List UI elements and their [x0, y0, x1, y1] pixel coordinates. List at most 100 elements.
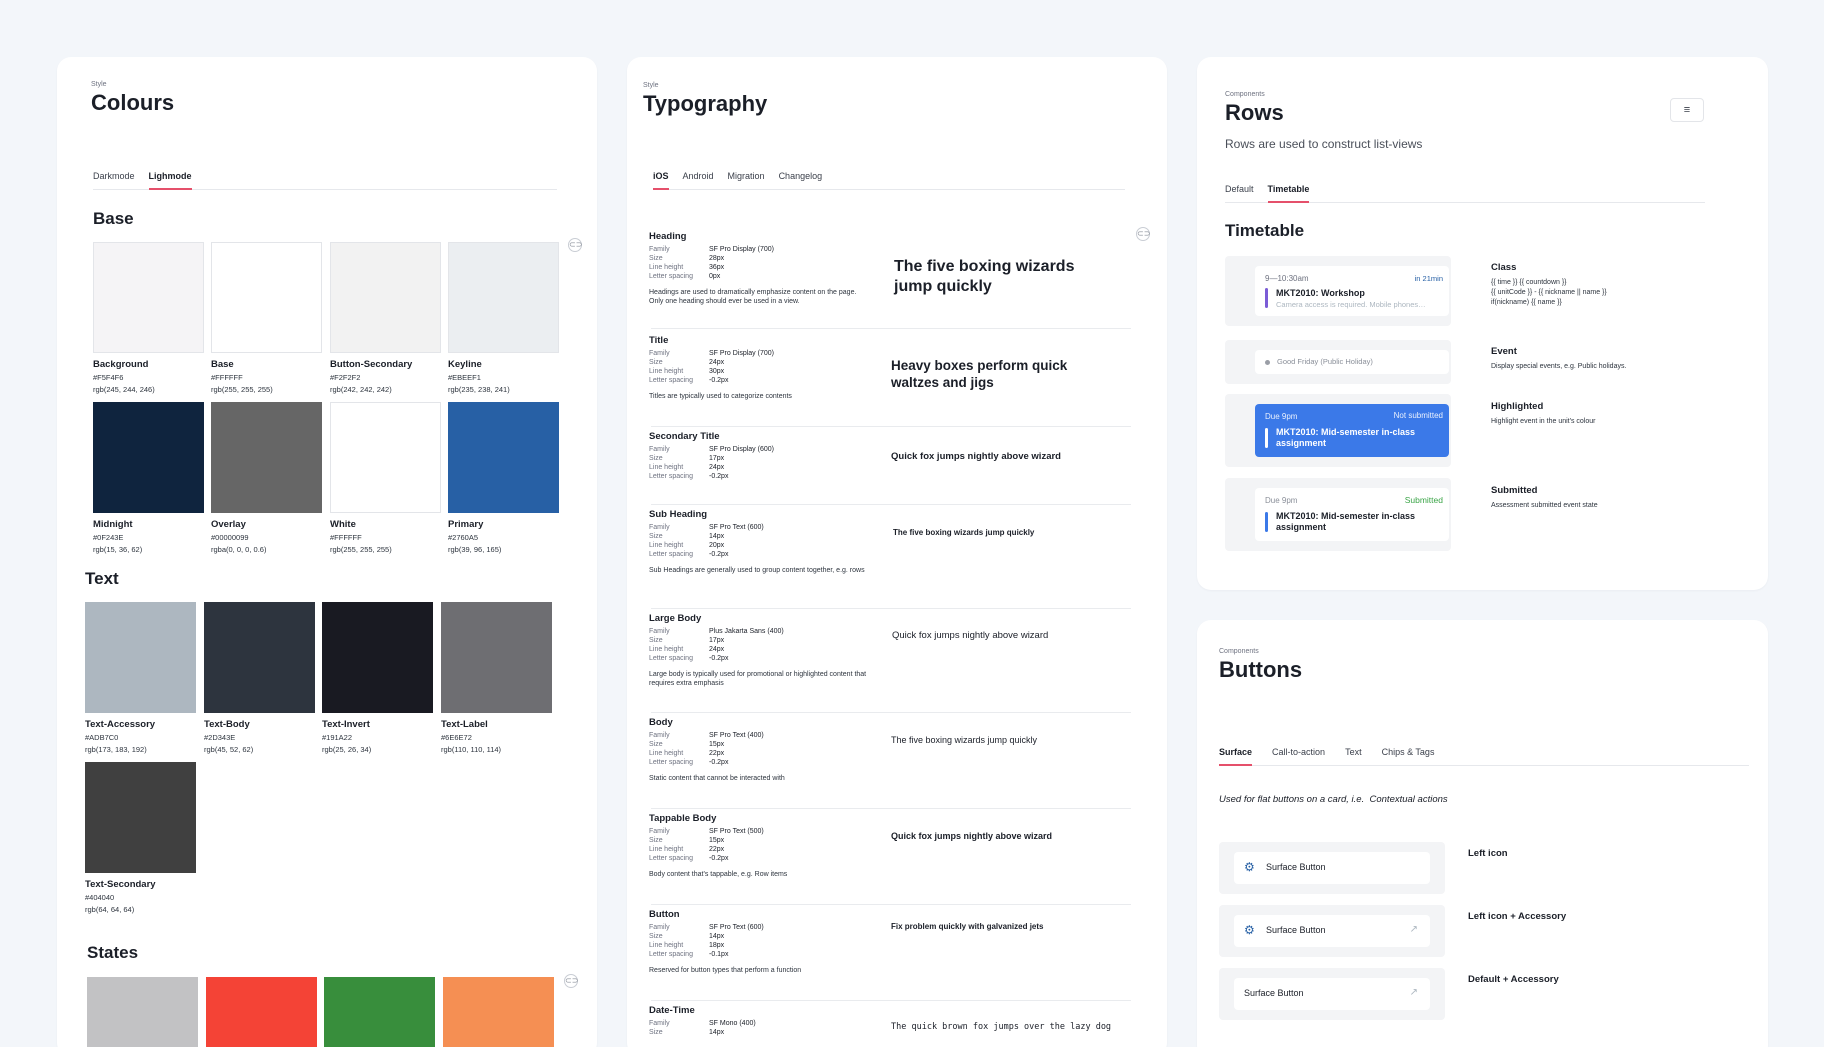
event-dot — [1265, 360, 1270, 365]
spec-key: Family — [649, 524, 670, 531]
tab-timetable[interactable]: Timetable — [1267, 184, 1309, 203]
swatch-name: Text-Label — [441, 719, 488, 730]
rows-card: Components Rows Rows are used to constru… — [1197, 57, 1768, 590]
swatch-rgb: rgb(25, 26, 34) — [322, 745, 372, 754]
class-color-bar — [1265, 288, 1268, 308]
spec-value: SF Pro Text (600) — [709, 524, 764, 531]
type-spec: Family Plus Jakarta Sans (400) Size 17px L… — [649, 628, 1131, 662]
colours-title: Colours — [91, 90, 175, 115]
states-heading: States — [87, 943, 139, 962]
swatch-hex: #191A22 — [322, 733, 353, 742]
surface-button[interactable]: ⚙ Surface Button ↗ — [1234, 915, 1430, 947]
type-sample: Quick fox jumps nightly above wizard — [891, 831, 1053, 841]
spec-value: 28px — [709, 255, 725, 262]
type-desc: Static content that cannot be interacted… — [649, 775, 785, 782]
type-row-tappable-body: Tappable Body Family SF Pro Text (500) Si… — [649, 813, 1131, 905]
spec-value: 14px — [709, 933, 725, 940]
class-countdown: in 21min — [1414, 274, 1443, 283]
swatch-name: White — [330, 519, 356, 530]
event-row-card[interactable]: Good Friday (Public Holiday) — [1255, 350, 1449, 374]
spec-value: 24px — [709, 464, 725, 471]
tab-text[interactable]: Text — [1345, 747, 1362, 765]
highlighted-row-card[interactable]: Due 9pm Not submitted MKT2010: Mid-semes… — [1255, 404, 1449, 457]
spec-value: SF Pro Display (700) — [709, 350, 774, 357]
spec-key: Line height — [649, 942, 684, 949]
swatch-hex: #FFFFFF — [211, 373, 243, 382]
swatch-background: Background #F5F4F6 rgb(245, 244, 246) — [93, 242, 204, 394]
rows-subtitle: Rows are used to construct list-views — [1225, 137, 1423, 151]
class-desc-line: {{ time }} {{ countdown }} — [1491, 279, 1567, 286]
spec-key: Size — [649, 741, 663, 748]
tab-chips-tags[interactable]: Chips & Tags — [1382, 747, 1435, 765]
tab-darkmode[interactable]: Darkmode — [93, 171, 135, 189]
type-sample: The five boxing wizards jump quickly — [894, 258, 1075, 295]
spec-value: 36px — [709, 264, 725, 271]
spec-value: 0px — [709, 273, 721, 280]
class-desc-line: if(nickname) {{ name }} — [1491, 299, 1562, 307]
spec-key: Size — [649, 837, 663, 844]
surface-button-label: Surface Button — [1266, 925, 1326, 935]
hl-title: MKT2010: Mid-semester in-class assignmen… — [1276, 427, 1416, 448]
spec-key: Letter spacing — [649, 551, 693, 558]
spec-value: 15px — [709, 741, 725, 748]
tab-ios[interactable]: iOS — [653, 171, 669, 190]
label-title: Event — [1491, 346, 1517, 357]
surface-button[interactable]: ⚙ Surface Button — [1234, 852, 1430, 884]
swatch-rgb: rgb(242, 242, 242) — [330, 385, 392, 394]
swatch-name: Text-Secondary — [85, 879, 156, 890]
type-sample: Quick fox jumps nightly above wizard — [892, 630, 1049, 641]
tab-migration[interactable]: Migration — [728, 171, 765, 189]
tab-changelog[interactable]: Changelog — [779, 171, 823, 189]
spec-key: Family — [649, 628, 670, 635]
swatch-name: Overlay — [211, 519, 246, 530]
spec-key: Line height — [649, 368, 684, 375]
spec-key: Letter spacing — [649, 377, 693, 384]
spec-value: 30px — [709, 368, 725, 375]
tab-surface[interactable]: Surface — [1219, 747, 1253, 766]
class-row-card[interactable]: 9—10:30am in 21min MKT2010: Workshop Cam… — [1255, 266, 1449, 316]
tab-call-to-action[interactable]: Call-to-action — [1272, 747, 1325, 765]
type-sample: Fix problem quickly with galvanized jets — [891, 922, 1044, 931]
link-icon[interactable]: ⊂⊃ — [568, 238, 582, 252]
tab-android[interactable]: Android — [683, 171, 714, 189]
menu-button[interactable]: ≡ — [1670, 98, 1704, 122]
swatch-state-3 — [324, 977, 435, 1047]
type-row-button: Button Family SF Pro Text (600) Size 14px … — [649, 909, 1131, 1001]
swatch-hex: #2760A5 — [448, 533, 479, 542]
swatch-text-label: Text-Label #6E6E72 rgb(110, 110, 114) — [441, 602, 552, 754]
spec-value: -0.2px — [709, 551, 729, 558]
type-row-heading: Heading Family SF Pro Display (700) Size 2… — [649, 231, 1131, 329]
spec-key: Family — [649, 924, 670, 931]
swatch-text-body: Text-Body #2D343E rgb(45, 52, 62) — [204, 602, 315, 754]
link-icon[interactable]: ⊂⊃ — [1136, 227, 1150, 241]
link-icon[interactable]: ⊂⊃ — [564, 974, 578, 988]
swatch-box — [85, 602, 196, 713]
swatch-box — [85, 762, 196, 873]
tab-lighmode[interactable]: Lighmode — [148, 171, 192, 190]
buttons-description: Used for flat buttons on a card, i.e. Co… — [1219, 794, 1448, 805]
submitted-label: Submitted Assessment submitted event sta… — [1491, 485, 1598, 511]
spec-key: Family — [649, 1020, 670, 1027]
spec-key: Letter spacing — [649, 759, 693, 766]
swatch-name: Text-Body — [204, 719, 250, 730]
surface-button-label: Surface Button — [1244, 988, 1304, 998]
row-submitted: Due 9pm Submitted MKT2010: Mid-semester … — [1225, 478, 1451, 551]
type-name: Title — [649, 335, 669, 346]
gear-icon: ⚙ — [1244, 860, 1255, 874]
swatch-box — [448, 402, 559, 513]
surface-button[interactable]: Surface Button ↗ — [1234, 978, 1430, 1010]
sub-due: Due 9pm — [1265, 496, 1298, 505]
swatch-box — [322, 602, 433, 713]
spec-key: Family — [649, 350, 670, 357]
swatch-rgb: rgb(245, 244, 246) — [93, 385, 155, 394]
label-title: Highlighted — [1491, 401, 1544, 412]
spec-key: Line height — [649, 464, 684, 471]
type-spec: Family SF Pro Text (500) Size 15px Line he… — [649, 828, 1131, 862]
swatch-rgb: rgb(255, 255, 255) — [211, 385, 273, 394]
class-desc-line: {{ unitCode }} - {{ nickname || name }} — [1491, 289, 1607, 297]
submitted-row-card[interactable]: Due 9pm Submitted MKT2010: Mid-semester … — [1255, 488, 1449, 541]
tab-default[interactable]: Default — [1225, 184, 1254, 202]
type-name: Large Body — [649, 613, 702, 624]
swatch-hex: #00000099 — [211, 533, 249, 542]
type-name: Heading — [649, 231, 687, 242]
